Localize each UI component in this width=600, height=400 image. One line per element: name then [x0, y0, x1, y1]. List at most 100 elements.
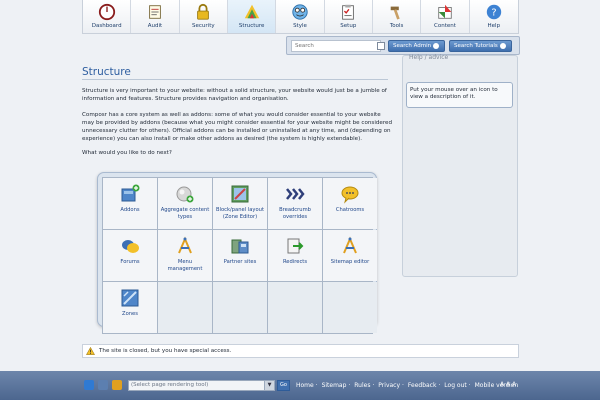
- title-divider: [82, 79, 388, 80]
- tab-tools[interactable]: Tools: [372, 0, 422, 33]
- footer-links: Home · Sitemap · Rules · Privacy · Feedback ·…: [296, 382, 518, 389]
- help-icon: ?: [486, 4, 501, 20]
- dashboard-icon: [98, 3, 115, 21]
- tab-content[interactable]: Content: [421, 0, 470, 33]
- structure-icon-grid: Addons Aggregate content types Block/pan…: [97, 172, 377, 334]
- zone-editor-icon: [231, 185, 249, 203]
- go-button[interactable]: Go: [277, 380, 290, 391]
- grid-item-chatrooms[interactable]: Chatrooms: [323, 178, 377, 229]
- footer-link-feedback[interactable]: Feedback: [408, 382, 437, 389]
- font-icon[interactable]: [98, 380, 108, 390]
- grid-item-zones[interactable]: Zones: [103, 282, 157, 333]
- warning-icon: [86, 347, 95, 355]
- zones-icon: [121, 289, 139, 307]
- select-placeholder: (Select page rendering tool): [131, 382, 209, 388]
- lock-icon: [197, 3, 210, 20]
- grid-item-label: Redirects: [282, 259, 308, 265]
- footer-link-logout[interactable]: Log out: [444, 382, 466, 389]
- tab-label: Help: [487, 23, 501, 29]
- tab-label: Setup: [340, 23, 357, 29]
- search-checkbox[interactable]: [377, 42, 385, 50]
- grid-item-forums[interactable]: Forums: [103, 230, 157, 281]
- tab-structure[interactable]: Structure: [227, 0, 277, 33]
- style-icon: [292, 4, 308, 20]
- search-tutorials-label: Search Tutorials: [454, 43, 498, 49]
- tools-icon: [390, 6, 400, 20]
- footer-link-rules[interactable]: Rules: [354, 382, 370, 389]
- grid-item-label: Chatrooms: [335, 207, 365, 213]
- tab-help[interactable]: ? Help: [469, 0, 518, 33]
- grid-item-label: Block/panel layout (Zone Editor): [215, 207, 264, 220]
- tab-label: Tools: [389, 23, 404, 29]
- search-admin-label: Search Admin: [393, 43, 432, 49]
- search-tutorials-button[interactable]: Search Tutorials: [449, 40, 512, 52]
- tab-security[interactable]: Security: [179, 0, 228, 33]
- page-title: Structure: [82, 66, 131, 78]
- link-separator: ·: [438, 382, 441, 389]
- grid-item-sitemap-editor[interactable]: Sitemap editor: [323, 230, 377, 281]
- grid-item-menu-management[interactable]: Menu management: [158, 230, 212, 281]
- site-footer: (Select page rendering tool) ▼ Go Home · …: [0, 371, 600, 400]
- grid-item-partner-sites[interactable]: Partner sites: [213, 230, 267, 281]
- tab-label: Structure: [238, 23, 265, 29]
- content-icon: [438, 4, 452, 19]
- audit-icon: [149, 5, 161, 19]
- grid-item-label: Addons: [120, 207, 140, 213]
- grid-item-aggregate[interactable]: Aggregate content types: [158, 178, 212, 229]
- link-separator: ·: [348, 382, 351, 389]
- breadcrumb-icon: [286, 188, 305, 200]
- footer-link-home[interactable]: Home: [296, 382, 314, 389]
- link-separator: ·: [372, 382, 375, 389]
- font-size-controls[interactable]: A A A: [500, 381, 516, 388]
- grid-item-zone-editor[interactable]: Block/panel layout (Zone Editor): [213, 178, 267, 229]
- tab-style[interactable]: Style: [276, 0, 325, 33]
- chevron-down-icon: ▼: [264, 381, 274, 390]
- setup-icon: [342, 4, 355, 20]
- grid-item-breadcrumb[interactable]: Breadcrumb overrides: [268, 178, 322, 229]
- chat-icon: [341, 186, 359, 204]
- tab-audit[interactable]: Audit: [131, 0, 180, 33]
- notice-text: The site is closed, but you have special…: [99, 348, 232, 354]
- addons-icon: [121, 184, 140, 202]
- structure-icon: [244, 4, 259, 19]
- tab-dashboard[interactable]: Dashboard: [83, 0, 132, 33]
- admin-top-nav: Dashboard Audit Security Structure Style…: [82, 0, 519, 34]
- site-closed-notice: The site is closed, but you have special…: [82, 344, 519, 358]
- next-question: What would you like to do next?: [82, 150, 172, 156]
- redirect-icon: [287, 238, 304, 254]
- search-admin-button[interactable]: Search Admin: [388, 40, 445, 52]
- intro-paragraph: Structure is very important to your webs…: [82, 88, 387, 102]
- help-circle-icon: [499, 42, 506, 49]
- partner-icon: [231, 239, 249, 254]
- search-input[interactable]: [291, 40, 381, 52]
- debug-icon[interactable]: [112, 380, 122, 390]
- footer-link-privacy[interactable]: Privacy: [378, 382, 400, 389]
- grid-item-addons[interactable]: Addons: [103, 178, 157, 229]
- search-glass-icon: [433, 42, 440, 49]
- tab-label: Security: [192, 23, 215, 29]
- tab-label: Audit: [147, 23, 163, 29]
- globe-icon[interactable]: [84, 380, 94, 390]
- grid-item-label: Sitemap editor: [330, 259, 370, 265]
- grid-item-label: Forums: [120, 259, 140, 265]
- footer-link-sitemap[interactable]: Sitemap: [322, 382, 347, 389]
- addons-paragraph: Composr has a core system as well as add…: [82, 112, 393, 142]
- link-separator: ·: [468, 382, 471, 389]
- forums-icon: [122, 240, 139, 253]
- grid-item-label: Breadcrumb overrides: [279, 207, 311, 220]
- svg-text:?: ?: [491, 8, 496, 19]
- aggregate-icon: [176, 186, 194, 203]
- grid-empty-cell: [323, 282, 377, 333]
- grid-item-label: Menu management: [167, 259, 203, 272]
- grid-empty-cell: [158, 282, 212, 333]
- link-separator: ·: [402, 382, 404, 389]
- grid-item-label: Aggregate content types: [160, 207, 210, 220]
- grid-empty-cell: [268, 282, 322, 333]
- grid-item-label: Zones: [122, 311, 138, 317]
- grid-item-redirects[interactable]: Redirects: [268, 230, 322, 281]
- page-rendering-select[interactable]: (Select page rendering tool) ▼: [128, 380, 275, 391]
- grid-empty-cell: [213, 282, 267, 333]
- tab-label: Dashboard: [91, 23, 122, 29]
- sitemap-icon: [343, 236, 357, 254]
- tab-setup[interactable]: Setup: [324, 0, 373, 33]
